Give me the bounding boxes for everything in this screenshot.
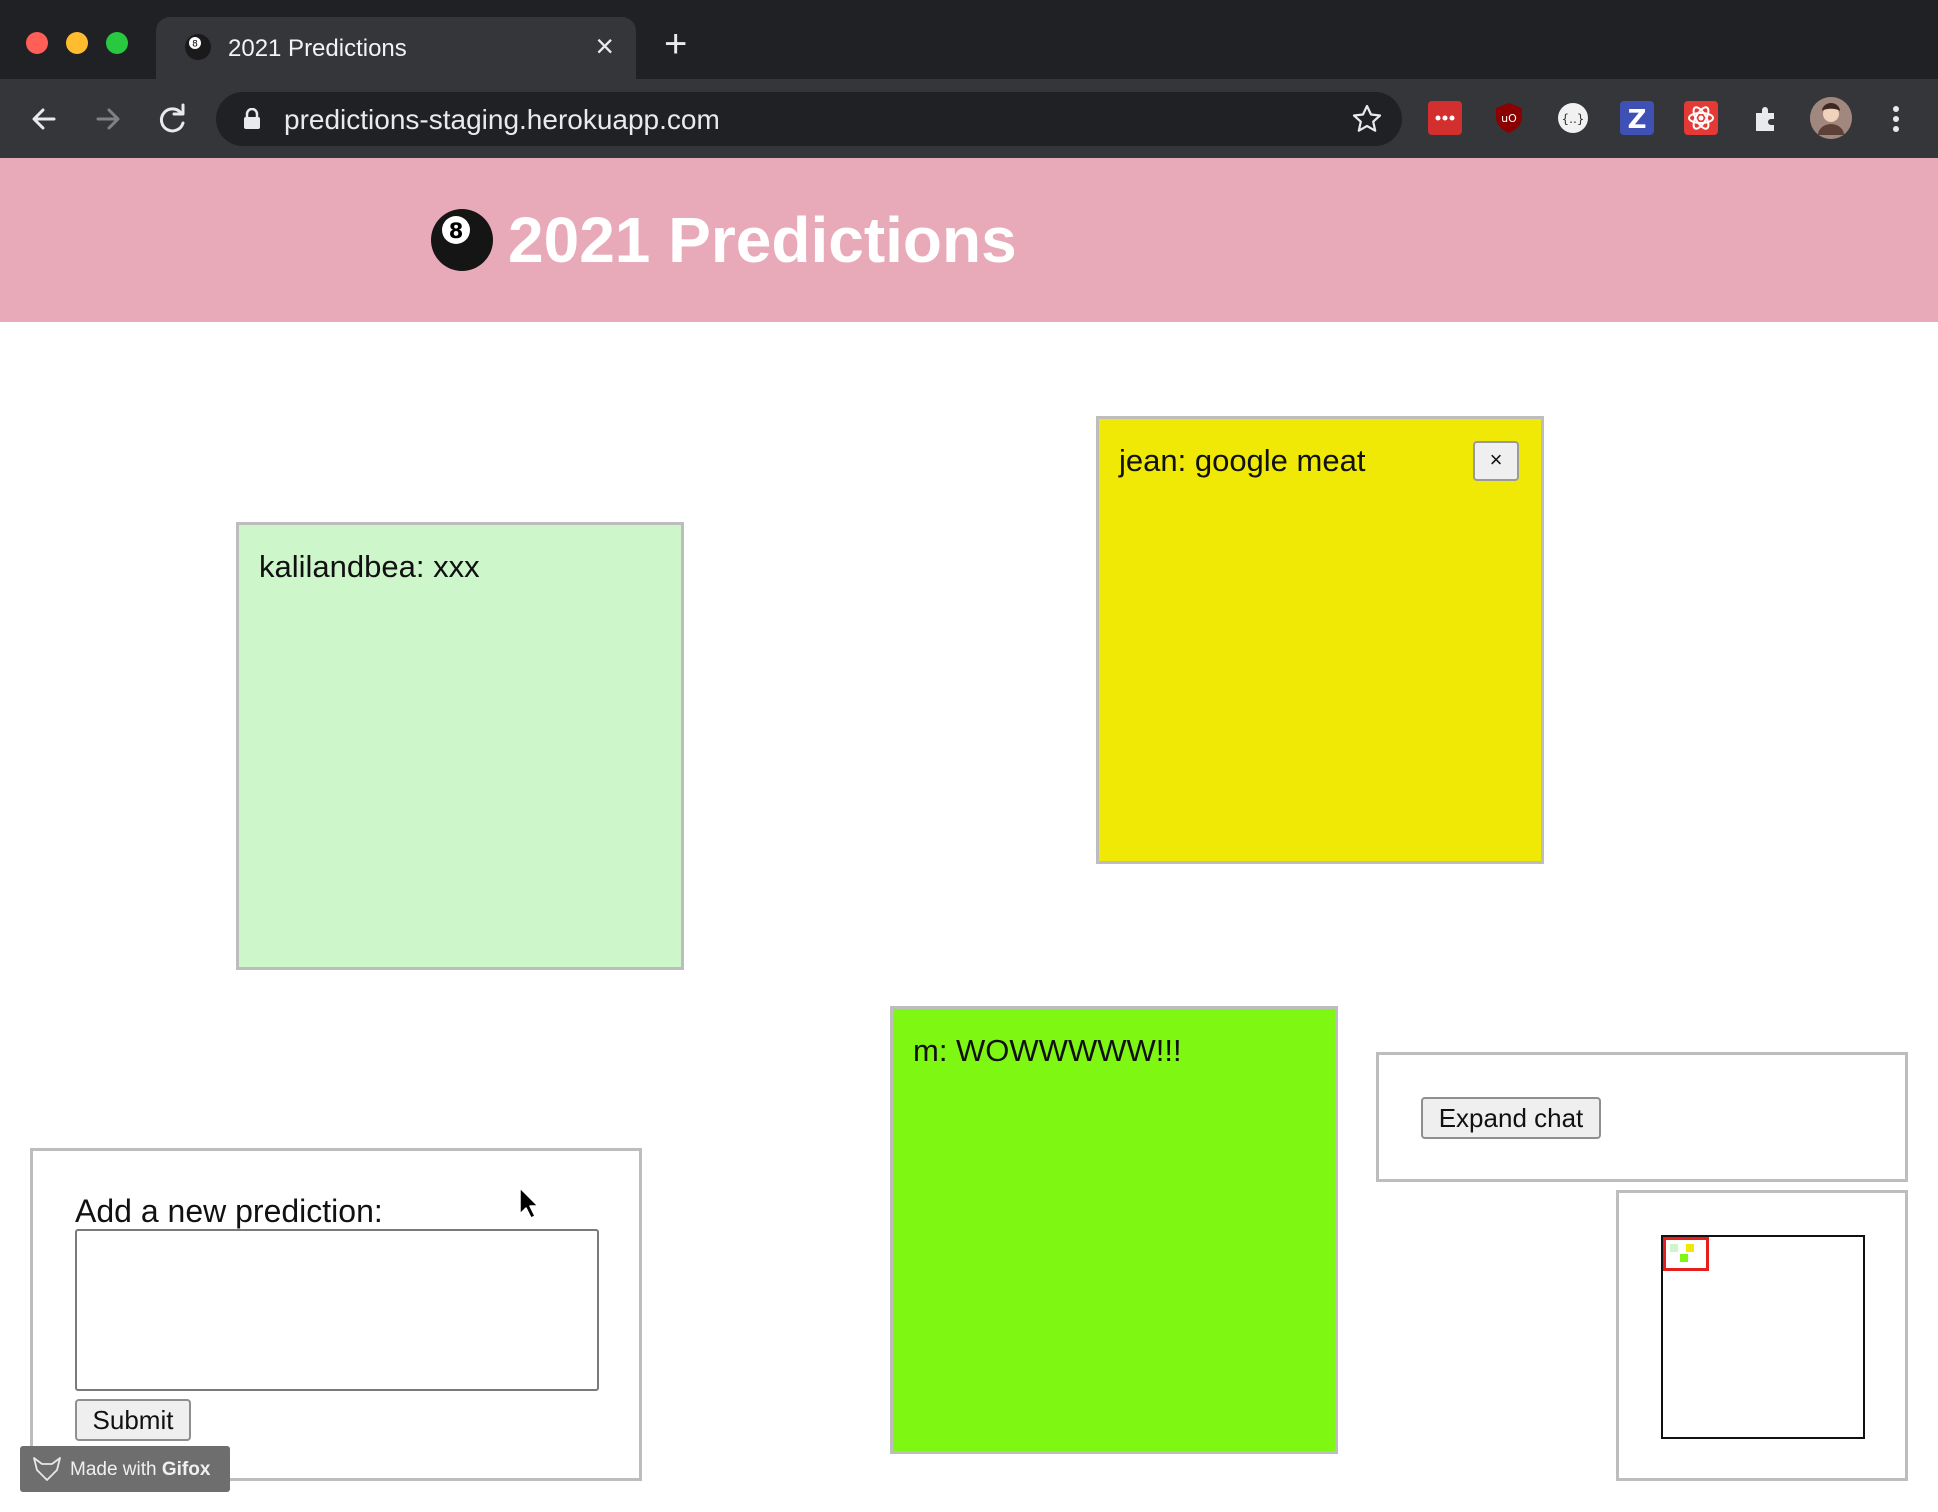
zotero-icon[interactable]: Z [1620,101,1654,135]
svg-text:8: 8 [449,219,464,243]
minimap-viewport[interactable] [1663,1237,1709,1271]
page-title: 2021 Predictions [508,204,1017,276]
forward-icon[interactable] [88,99,128,139]
8-ball-icon: 8 [185,34,211,60]
svg-text:Z: Z [1628,105,1647,135]
svg-text:uO: uO [1501,112,1517,125]
minimap-note [1680,1254,1688,1262]
react-devtools-icon[interactable] [1684,101,1718,135]
prediction-note[interactable]: jean: google meat × [1096,416,1544,864]
extensions-icon[interactable] [1748,101,1782,135]
url-text: predictions-staging.herokuapp.com [284,104,720,135]
form-label: Add a new prediction: [75,1193,383,1229]
8-ball-icon: 8 [431,209,493,271]
browser-toolbar: predictions-staging.herokuapp.com uO {..… [0,79,1938,158]
minimap-note [1686,1244,1694,1252]
prediction-note[interactable]: m: WOWWWWW!!! [890,1006,1338,1454]
browser-tab-strip: 8 2021 Predictions × + [0,0,1938,79]
profile-avatar[interactable] [1810,97,1852,139]
page-header: 8 2021 Predictions [0,158,1938,322]
address-bar[interactable]: predictions-staging.herokuapp.com [216,92,1402,146]
mouse-cursor-icon [519,1187,539,1219]
star-icon[interactable] [1350,102,1384,136]
minimap[interactable] [1661,1235,1865,1439]
close-tab-icon[interactable]: × [595,30,614,62]
menu-icon[interactable] [1876,99,1916,139]
submit-button[interactable]: Submit [75,1399,191,1441]
prediction-text: jean: google meat [1119,443,1366,478]
chat-panel: Expand chat [1376,1052,1908,1182]
prediction-text: m: WOWWWWW!!! [913,1033,1182,1068]
fox-icon [33,1457,61,1481]
minimap-panel [1616,1190,1908,1481]
svg-text:8: 8 [192,40,198,50]
watermark-brand: Gifox [161,1459,211,1480]
minimize-window-button[interactable] [66,32,88,54]
browser-tab[interactable]: 8 2021 Predictions × [156,17,636,79]
gifox-watermark: Made with Gifox [20,1446,230,1492]
maximize-window-button[interactable] [106,32,128,54]
prediction-note[interactable]: kalilandbea: xxx [236,522,684,970]
svg-text:{..}: {..} [1562,112,1585,126]
prediction-text: kalilandbea: xxx [259,549,480,584]
back-icon[interactable] [24,99,64,139]
expand-chat-button[interactable]: Expand chat [1421,1097,1601,1139]
new-tab-button[interactable]: + [664,24,687,64]
minimap-note [1670,1244,1678,1252]
reload-icon[interactable] [152,99,192,139]
delete-prediction-button[interactable]: × [1473,441,1519,481]
close-window-button[interactable] [26,32,48,54]
ublock-icon[interactable]: uO [1492,101,1526,135]
prediction-textarea[interactable] [75,1229,599,1391]
json-icon[interactable]: {..} [1556,101,1590,135]
tab-title: 2021 Predictions [228,35,407,62]
lastpass-icon[interactable] [1428,101,1462,135]
new-prediction-form: Add a new prediction: Submit [30,1148,642,1481]
lock-icon [244,108,260,129]
watermark-prefix: Made with [70,1459,162,1480]
